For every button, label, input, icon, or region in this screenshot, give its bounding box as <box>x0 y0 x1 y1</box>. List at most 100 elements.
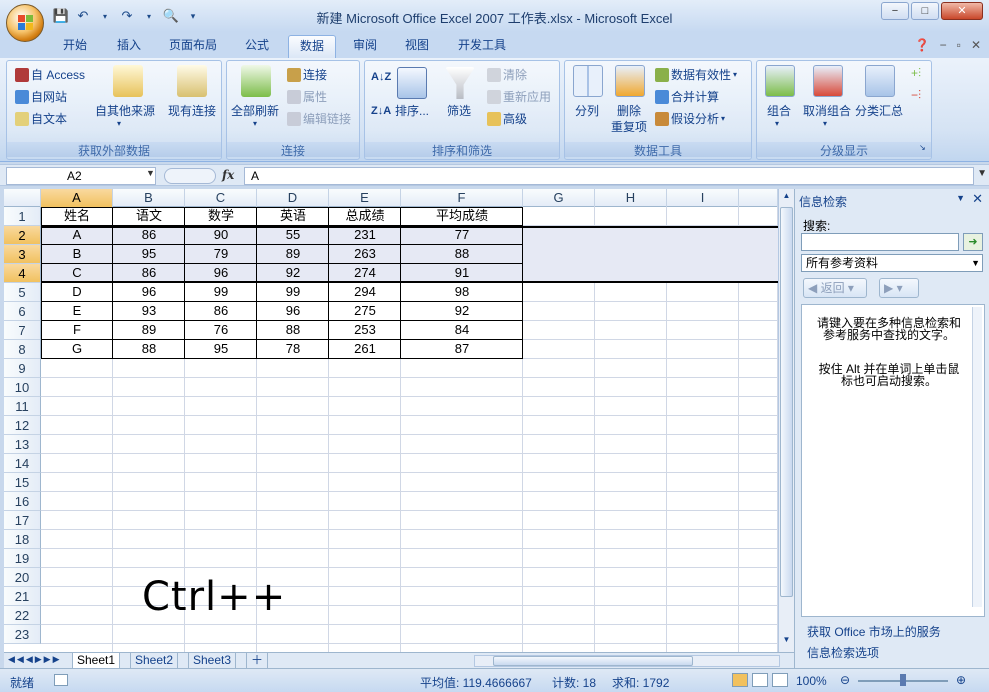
data-cell[interactable]: 89 <box>113 321 185 340</box>
column-header-h[interactable]: H <box>595 189 667 207</box>
data-cell[interactable]: 77 <box>401 226 523 245</box>
vertical-scrollbar[interactable]: ▲ ▼ <box>778 189 794 652</box>
tab-formulas[interactable]: 公式 <box>234 35 280 58</box>
data-cell[interactable]: F <box>41 321 113 340</box>
insert-sheet-icon[interactable]: ＋ <box>246 653 269 669</box>
tab-data[interactable]: 数据 <box>288 35 336 58</box>
zoom-out-icon[interactable]: ⊖ <box>840 673 850 687</box>
column-header-b[interactable]: B <box>113 189 185 207</box>
column-header-a[interactable]: A <box>41 189 113 207</box>
zoom-in-icon[interactable]: ⊕ <box>956 673 966 687</box>
data-cell[interactable]: 86 <box>113 264 185 283</box>
data-cell[interactable]: 96 <box>185 264 257 283</box>
name-box[interactable]: A2 <box>6 167 156 185</box>
data-cell[interactable]: 92 <box>401 302 523 321</box>
data-cell[interactable]: 91 <box>401 264 523 283</box>
row-header-23[interactable]: 23 <box>4 625 41 644</box>
subtotal-button[interactable]: 分类汇总 <box>855 102 903 119</box>
data-cell[interactable]: C <box>41 264 113 283</box>
row-header-18[interactable]: 18 <box>4 530 41 549</box>
header-cell[interactable]: 英语 <box>257 207 329 226</box>
hide-detail-icon[interactable]: −⫶ <box>911 88 921 103</box>
minimize-button[interactable]: − <box>881 2 909 20</box>
connections-button[interactable]: 连接 <box>287 66 327 83</box>
close-button[interactable]: ✕ <box>941 2 983 20</box>
data-cell[interactable]: 95 <box>185 340 257 359</box>
row-header-3[interactable]: 3 <box>4 245 41 264</box>
data-cell[interactable]: 55 <box>257 226 329 245</box>
data-cell[interactable]: 275 <box>329 302 401 321</box>
back-button[interactable]: ◀ 返回 ▾ <box>803 278 867 298</box>
data-cell[interactable]: 84 <box>401 321 523 340</box>
page-break-view-icon[interactable] <box>772 673 788 687</box>
row-header-17[interactable]: 17 <box>4 511 41 530</box>
text-to-columns-button[interactable]: 分列 <box>575 102 599 119</box>
ribbon-restore-icon[interactable]: ▫ <box>957 38 961 52</box>
consolidate-button[interactable]: 合并计算 <box>655 88 719 105</box>
row-header-22[interactable]: 22 <box>4 606 41 625</box>
group-button[interactable]: 组合 <box>767 102 791 119</box>
row-header-15[interactable]: 15 <box>4 473 41 492</box>
expand-formula-icon[interactable]: ▼ <box>977 168 987 179</box>
research-options-link[interactable]: 信息检索选项 <box>807 644 879 661</box>
data-cell[interactable]: 86 <box>185 302 257 321</box>
show-detail-icon[interactable]: +⫶ <box>911 66 921 81</box>
data-cell[interactable]: 95 <box>113 245 185 264</box>
data-cell[interactable]: 253 <box>329 321 401 340</box>
row-header-12[interactable]: 12 <box>4 416 41 435</box>
sort-button[interactable]: 排序... <box>395 102 429 119</box>
data-cell[interactable]: 88 <box>113 340 185 359</box>
row-header-10[interactable]: 10 <box>4 378 41 397</box>
tab-view[interactable]: 视图 <box>394 35 440 58</box>
scroll-up-icon[interactable]: ▲ <box>780 191 793 205</box>
normal-view-icon[interactable] <box>732 673 748 687</box>
data-cell[interactable]: 93 <box>113 302 185 321</box>
column-header-g[interactable]: G <box>523 189 595 207</box>
row-header-16[interactable]: 16 <box>4 492 41 511</box>
data-cell[interactable]: E <box>41 302 113 321</box>
sheet-tab-sheet3[interactable]: Sheet3 <box>188 653 237 669</box>
panel-close-icon[interactable]: ✕ <box>972 191 983 207</box>
data-cell[interactable]: 90 <box>185 226 257 245</box>
data-cell[interactable]: 274 <box>329 264 401 283</box>
row-header-1[interactable]: 1 <box>4 207 41 226</box>
from-web-button[interactable]: 自网站 <box>15 88 67 105</box>
reference-source-select[interactable]: 所有参考资料 ▼ <box>801 254 983 272</box>
sheet-nav-icons[interactable]: ◀◀◀▶▶▶ <box>8 654 62 665</box>
horizontal-scrollbar[interactable] <box>474 655 780 667</box>
column-header-c[interactable]: C <box>185 189 257 207</box>
tab-home[interactable]: 开始 <box>52 35 98 58</box>
select-all-corner[interactable] <box>4 189 41 207</box>
research-search-input[interactable] <box>801 233 959 251</box>
row-header-14[interactable]: 14 <box>4 454 41 473</box>
row-header-19[interactable]: 19 <box>4 549 41 568</box>
formula-input[interactable]: A <box>244 167 974 185</box>
data-cell[interactable]: 99 <box>257 283 329 302</box>
name-box-dropdown-icon[interactable]: ▼ <box>146 168 155 178</box>
results-scrollbar[interactable] <box>972 307 982 607</box>
advanced-filter-button[interactable]: 高级 <box>487 110 527 127</box>
data-cell[interactable]: 96 <box>113 283 185 302</box>
data-cell[interactable]: 92 <box>257 264 329 283</box>
ungroup-dropdown-icon[interactable]: ▾ <box>823 119 827 128</box>
office-button[interactable] <box>6 4 44 42</box>
sheet-tab-sheet2[interactable]: Sheet2 <box>130 653 179 669</box>
row-header-5[interactable]: 5 <box>4 283 41 302</box>
scroll-down-icon[interactable]: ▼ <box>780 635 793 649</box>
other-sources-dropdown-icon[interactable]: ▾ <box>117 119 121 128</box>
data-cell[interactable]: 76 <box>185 321 257 340</box>
header-cell[interactable]: 姓名 <box>41 207 113 226</box>
data-cell[interactable]: D <box>41 283 113 302</box>
row-header-9[interactable]: 9 <box>4 359 41 378</box>
tab-developer[interactable]: 开发工具 <box>448 35 516 58</box>
data-cell[interactable]: 96 <box>257 302 329 321</box>
sort-za-icon[interactable]: Z↓A <box>371 105 391 117</box>
row-header-4[interactable]: 4 <box>4 264 41 283</box>
zoom-slider-handle[interactable] <box>900 674 906 686</box>
data-cell[interactable]: 98 <box>401 283 523 302</box>
data-cell[interactable]: 294 <box>329 283 401 302</box>
from-other-sources-button[interactable]: 自其他来源 <box>95 102 155 119</box>
from-access-button[interactable]: 自 Access <box>15 66 85 83</box>
maximize-button[interactable]: □ <box>911 2 939 20</box>
ribbon-minimize-icon[interactable]: − <box>940 38 947 52</box>
